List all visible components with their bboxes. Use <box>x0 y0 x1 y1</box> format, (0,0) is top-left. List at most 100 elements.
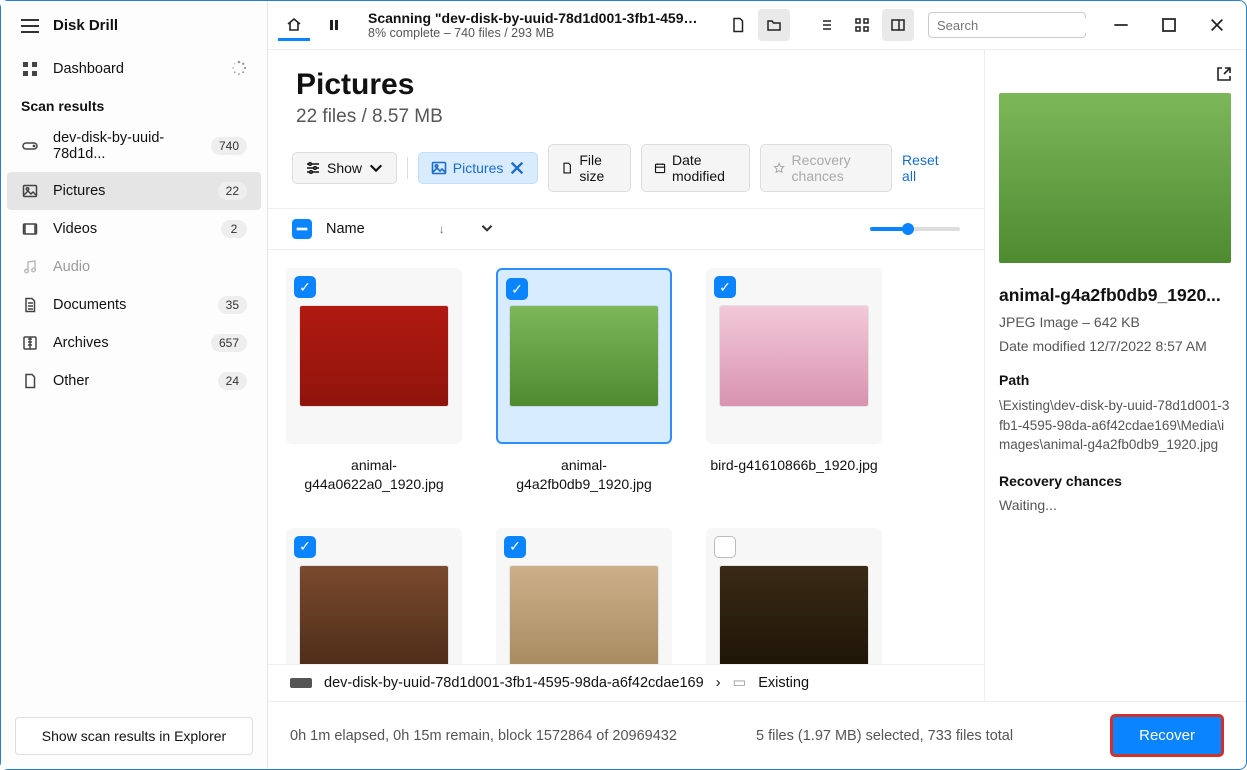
column-header: Name ↓ <box>268 208 984 250</box>
sidebar-count: 24 <box>218 372 247 390</box>
scan-title: Scanning "dev-disk-by-uuid-78d1d001-3fb1… <box>368 10 698 26</box>
minimize-button[interactable] <box>1102 10 1140 40</box>
list-view-button[interactable] <box>810 9 842 41</box>
detail-path-heading: Path <box>999 372 1232 388</box>
sidebar-count: 740 <box>211 137 247 155</box>
new-file-button[interactable] <box>722 9 754 41</box>
music-icon <box>21 258 39 276</box>
pause-button[interactable] <box>318 9 350 41</box>
sidebar-item-other[interactable]: Other 24 <box>1 362 267 400</box>
breadcrumb: dev-disk-by-uuid-78d1d001-3fb1-4595-98da… <box>268 664 984 701</box>
details-panel: animal-g4a2fb0db9_1920... JPEG Image – 6… <box>984 50 1246 701</box>
thumbnail <box>300 306 448 406</box>
detail-recovery: Waiting... <box>999 497 1232 513</box>
recover-button[interactable]: Recover <box>1110 714 1224 757</box>
menu-icon[interactable] <box>21 19 39 33</box>
column-name[interactable]: Name <box>326 221 365 237</box>
sidebar-item-documents[interactable]: Documents 35 <box>1 286 267 324</box>
sliders-icon <box>305 160 321 176</box>
thumbnail <box>510 566 658 664</box>
sidebar-label: Audio <box>53 259 247 275</box>
sort-arrow-icon[interactable]: ↓ <box>439 222 445 236</box>
chip-label: Recovery chances <box>792 152 880 184</box>
chip-label: Date modified <box>672 152 737 184</box>
selection-status: 5 files (1.97 MB) selected, 733 files to… <box>756 728 1013 744</box>
chevron-right-icon: › <box>716 675 721 691</box>
file-checkbox[interactable] <box>714 276 736 298</box>
file-card[interactable]: animal-g4a2fb0db9_1920.jpg <box>496 268 672 494</box>
panel-view-button[interactable] <box>882 9 914 41</box>
detail-path: \Existing\dev-disk-by-uuid-78d1d001-3fb1… <box>999 396 1232 455</box>
close-button[interactable] <box>1198 10 1236 40</box>
elapsed-status: 0h 1m elapsed, 0h 15m remain, block 1572… <box>290 728 677 744</box>
search-input[interactable] <box>937 18 1113 33</box>
file-name: bird-g41610866b_1920.jpg <box>710 456 877 475</box>
folder-button[interactable] <box>758 9 790 41</box>
breadcrumb-disk[interactable]: dev-disk-by-uuid-78d1d001-3fb1-4595-98da… <box>324 675 704 691</box>
sidebar-label: Archives <box>53 335 197 351</box>
thumbnail <box>300 566 448 664</box>
grid-icon <box>21 60 39 78</box>
close-icon[interactable] <box>509 160 525 176</box>
zoom-slider[interactable] <box>870 227 960 231</box>
sidebar-item-archives[interactable]: Archives 657 <box>1 324 267 362</box>
chevron-down-icon[interactable] <box>479 220 495 239</box>
detail-title: animal-g4a2fb0db9_1920... <box>999 285 1232 306</box>
file-card[interactable] <box>496 528 672 664</box>
file-grid: animal-g44a0622a0_1920.jpg animal-g4a2fb0… <box>286 268 966 664</box>
sidebar-item-dashboard[interactable]: Dashboard <box>1 50 267 88</box>
filter-date[interactable]: Date modified <box>641 144 751 192</box>
sidebar-label: Documents <box>53 297 204 313</box>
app-title: Disk Drill <box>53 17 118 34</box>
thumbnail <box>720 306 868 406</box>
file-checkbox[interactable] <box>506 278 528 300</box>
video-icon <box>21 220 39 238</box>
maximize-button[interactable] <box>1150 10 1188 40</box>
search-field[interactable] <box>928 12 1086 38</box>
file-icon <box>561 160 573 176</box>
reset-all-link[interactable]: Reset all <box>902 152 960 184</box>
star-icon <box>773 160 785 176</box>
breadcrumb-folder[interactable]: Existing <box>758 675 809 691</box>
filter-filesize[interactable]: File size <box>548 144 631 192</box>
file-name: animal-g4a2fb0db9_1920.jpg <box>496 456 672 494</box>
scan-subtitle: 8% complete – 740 files / 293 MB <box>368 26 698 40</box>
file-card[interactable]: animal-g44a0622a0_1920.jpg <box>286 268 462 494</box>
file-card[interactable] <box>706 528 882 664</box>
sidebar-section-scan: Scan results <box>1 88 267 120</box>
sidebar-item-videos[interactable]: Videos 2 <box>1 210 267 248</box>
sidebar-item-audio[interactable]: Audio <box>1 248 267 286</box>
file-checkbox[interactable] <box>504 536 526 558</box>
file-checkbox[interactable] <box>714 536 736 558</box>
thumbnail <box>510 306 658 406</box>
image-icon <box>21 182 39 200</box>
preview-image <box>999 93 1231 263</box>
show-in-explorer-button[interactable]: Show scan results in Explorer <box>15 717 253 755</box>
sidebar-count: 2 <box>221 220 247 238</box>
file-checkbox[interactable] <box>294 536 316 558</box>
sidebar-item-pictures[interactable]: Pictures 22 <box>7 172 261 210</box>
sidebar-count: 35 <box>218 296 247 314</box>
chevron-down-icon <box>368 160 384 176</box>
sidebar-label: dev-disk-by-uuid-78d1d... <box>53 130 197 162</box>
page-title: Pictures <box>296 68 956 102</box>
chip-label: File size <box>579 152 618 184</box>
popout-icon[interactable] <box>1216 66 1232 85</box>
detail-modified: Date modified 12/7/2022 8:57 AM <box>999 338 1232 354</box>
select-all-checkbox[interactable] <box>292 219 312 239</box>
home-button[interactable] <box>278 9 310 41</box>
sidebar-item-disk[interactable]: dev-disk-by-uuid-78d1d... 740 <box>1 120 267 172</box>
filter-pictures[interactable]: Pictures <box>418 152 539 184</box>
sidebar: Disk Drill Dashboard Scan results dev-di… <box>1 1 268 769</box>
file-card[interactable] <box>286 528 462 664</box>
file-icon <box>21 372 39 390</box>
file-checkbox[interactable] <box>294 276 316 298</box>
filter-recovery[interactable]: Recovery chances <box>760 144 892 192</box>
filter-bar: Show Pictures File size <box>268 128 984 208</box>
sidebar-label: Dashboard <box>53 61 247 77</box>
archive-icon <box>21 334 39 352</box>
image-icon <box>431 160 447 176</box>
show-dropdown[interactable]: Show <box>292 152 397 184</box>
grid-view-button[interactable] <box>846 9 878 41</box>
file-card[interactable]: bird-g41610866b_1920.jpg <box>706 268 882 494</box>
